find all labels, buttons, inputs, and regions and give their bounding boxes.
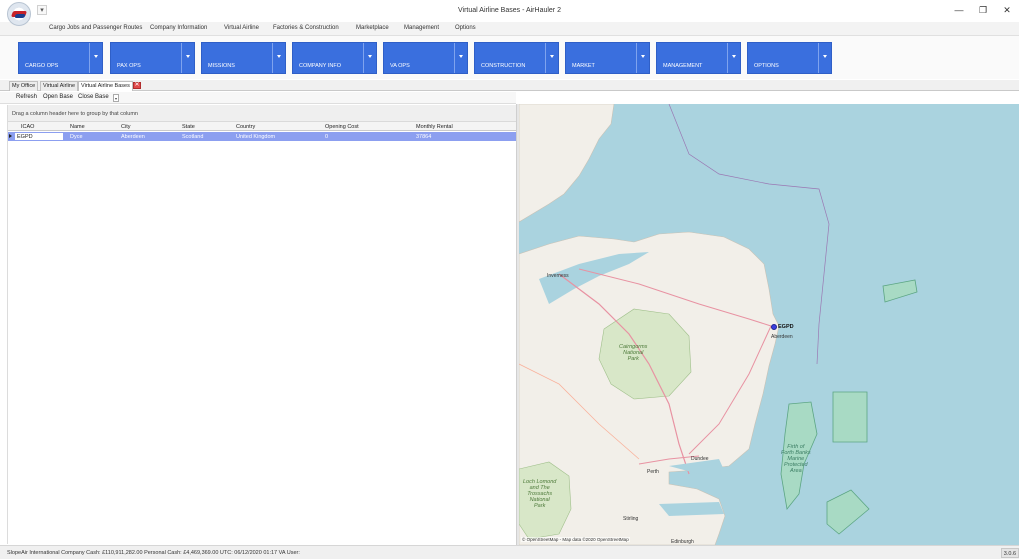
va-ops-button[interactable]: VA OPS xyxy=(383,42,468,74)
mpa-label: Firth of Forth Banks Marine Protected Area xyxy=(781,444,811,474)
town-aberdeen: Aberdeen xyxy=(771,334,793,340)
menu-virtual-airline[interactable]: Virtual Airline xyxy=(224,25,259,31)
ribbon: CARGO OPS PAX OPS MISSIONS COMPANY INFO … xyxy=(0,36,1019,79)
cell-state[interactable]: Scotland xyxy=(182,134,203,140)
management-button[interactable]: MANAGEMENT xyxy=(656,42,741,74)
column-header-monthly-rental[interactable]: Monthly Rental xyxy=(416,124,453,130)
town-stirling: Stirling xyxy=(623,516,639,522)
maximize-button[interactable]: ❐ xyxy=(971,3,995,17)
table-row[interactable]: EGPD Dyce Aberdeen Scotland United Kingd… xyxy=(8,132,516,141)
window-title: Virtual Airline Bases - AirHauler 2 xyxy=(458,7,561,14)
minimize-button[interactable]: — xyxy=(947,3,971,17)
status-text: SlopeAir International Company Cash: £11… xyxy=(7,550,300,556)
cell-opening-cost[interactable]: 0 xyxy=(325,134,328,140)
status-bar: SlopeAir International Company Cash: £11… xyxy=(0,545,1019,559)
menu-management[interactable]: Management xyxy=(404,25,439,31)
close-tab-icon[interactable]: ✕ xyxy=(133,82,141,89)
missions-label: MISSIONS xyxy=(208,63,235,69)
town-inverness: Inverness xyxy=(547,273,569,279)
tab-virtual-airline-bases[interactable]: Virtual Airline Bases xyxy=(78,81,133,91)
cell-icao[interactable]: EGPD xyxy=(14,132,64,141)
cell-name[interactable]: Dyce xyxy=(70,134,83,140)
grid-header: ICAO Name City State Country Opening Cos… xyxy=(8,122,516,131)
company-info-button[interactable]: COMPANY INFO xyxy=(292,42,377,74)
bases-grid: Drag a column header here to group by th… xyxy=(7,105,516,544)
base-marker-icon[interactable] xyxy=(771,324,777,330)
pax-ops-label: PAX OPS xyxy=(117,63,141,69)
tab-my-office[interactable]: My Office xyxy=(9,81,39,91)
group-by-hint: Drag a column header here to group by th… xyxy=(12,111,138,117)
version-badge: 3.0.6 xyxy=(1000,548,1019,558)
close-base-button[interactable]: Close Base xyxy=(78,94,109,100)
options-label: OPTIONS xyxy=(754,63,779,69)
chevron-down-icon[interactable] xyxy=(727,43,740,73)
park-label-cairngorms: Cairngorms National Park xyxy=(619,344,648,362)
options-button[interactable]: OPTIONS xyxy=(747,42,832,74)
open-base-button[interactable]: Open Base xyxy=(43,94,73,100)
chevron-down-icon[interactable] xyxy=(454,43,467,73)
column-header-name[interactable]: Name xyxy=(70,124,85,130)
town-perth: Perth xyxy=(647,469,659,475)
cargo-ops-button[interactable]: CARGO OPS xyxy=(18,42,103,74)
construction-button[interactable]: CONSTRUCTION xyxy=(474,42,559,74)
menu-cargo-jobs[interactable]: Cargo Jobs and Passenger Routes xyxy=(49,25,142,31)
cell-country[interactable]: United Kingdom xyxy=(236,134,275,140)
app-logo-icon[interactable] xyxy=(7,2,31,26)
menu-factories-construction[interactable]: Factories & Construction xyxy=(273,25,339,31)
chevron-down-icon[interactable] xyxy=(272,43,285,73)
market-button[interactable]: MARKET xyxy=(565,42,650,74)
map-view[interactable]: Inverness Aberdeen Perth Dundee Stirling… xyxy=(519,104,1019,545)
refresh-button[interactable]: Refresh xyxy=(16,94,37,100)
close-button[interactable]: ✕ xyxy=(995,3,1019,17)
menu-bar: Cargo Jobs and Passenger Routes Company … xyxy=(0,22,1019,36)
construction-label: CONSTRUCTION xyxy=(481,63,526,69)
menu-company-information[interactable]: Company Information xyxy=(150,25,207,31)
market-label: MARKET xyxy=(572,63,595,69)
base-marker-label: EGPD xyxy=(778,324,794,330)
cargo-ops-label: CARGO OPS xyxy=(25,63,59,69)
menu-marketplace[interactable]: Marketplace xyxy=(356,25,389,31)
company-info-label: COMPANY INFO xyxy=(299,63,341,69)
bases-toolbar: Refresh Open Base Close Base xyxy=(0,92,516,104)
map-canvas xyxy=(519,104,918,545)
title-bar: ▾ Virtual Airline Bases - AirHauler 2 — … xyxy=(0,0,1019,26)
park-label-loch-lomond: Loch Lomond and The Trossachs National Park xyxy=(523,479,557,509)
pax-ops-button[interactable]: PAX OPS xyxy=(110,42,195,74)
group-by-panel[interactable]: Drag a column header here to group by th… xyxy=(8,105,516,122)
chevron-down-icon[interactable] xyxy=(818,43,831,73)
column-header-state[interactable]: State xyxy=(182,124,195,130)
column-header-icao[interactable]: ICAO xyxy=(21,124,34,130)
chevron-down-icon[interactable] xyxy=(545,43,558,73)
chevron-down-icon[interactable] xyxy=(636,43,649,73)
map-attribution: © OpenStreetMap - Map data ©2020 OpenStr… xyxy=(521,537,630,542)
toolbar-overflow-icon[interactable] xyxy=(113,94,119,102)
chevron-down-icon[interactable] xyxy=(89,43,102,73)
column-header-opening-cost[interactable]: Opening Cost xyxy=(325,124,359,130)
chevron-down-icon[interactable] xyxy=(363,43,376,73)
missions-button[interactable]: MISSIONS xyxy=(201,42,286,74)
tab-virtual-airline[interactable]: Virtual Airline xyxy=(40,81,78,91)
cell-city[interactable]: Aberdeen xyxy=(121,134,145,140)
cell-monthly-rental[interactable]: 37864 xyxy=(416,134,431,140)
menu-options[interactable]: Options xyxy=(455,25,476,31)
chevron-down-icon[interactable] xyxy=(181,43,194,73)
document-tabs: My Office Virtual Airline Virtual Airlin… xyxy=(0,80,1019,91)
va-ops-label: VA OPS xyxy=(390,63,410,69)
column-header-city[interactable]: City xyxy=(121,124,130,130)
row-indicator-icon xyxy=(9,134,12,138)
town-dundee: Dundee xyxy=(691,456,709,462)
management-label: MANAGEMENT xyxy=(663,63,703,69)
column-header-country[interactable]: Country xyxy=(236,124,255,130)
